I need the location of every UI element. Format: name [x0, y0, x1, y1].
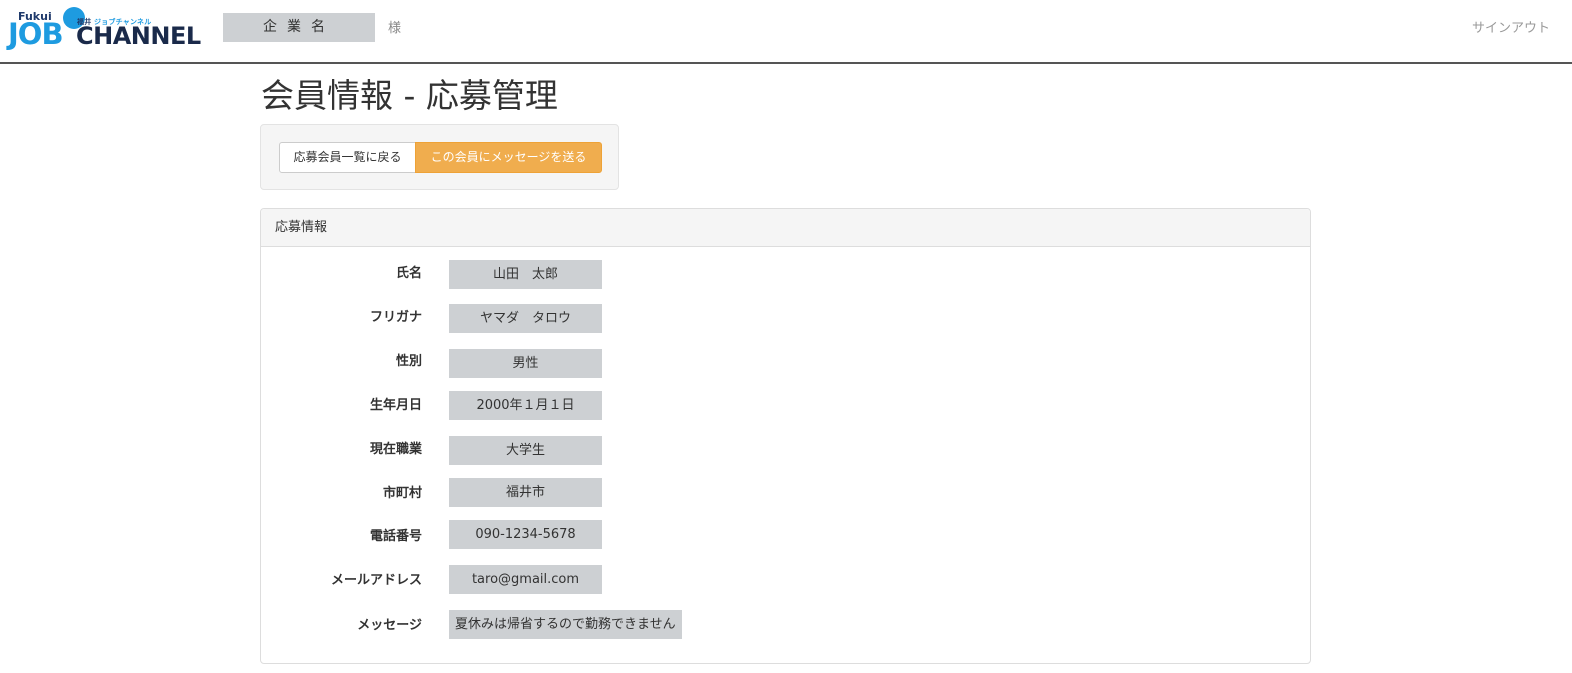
page-title: 会員情報 - 応募管理 — [261, 76, 558, 115]
company-name-box: 企業名 — [223, 13, 375, 42]
application-info-panel: 応募情報 氏名 山田 太郎 フリガナ ヤマダ タロウ 性別 男性 生年月日 20… — [260, 208, 1311, 664]
field-label-message: メッセージ — [357, 618, 422, 633]
field-value-name: 山田 太郎 — [449, 260, 602, 289]
back-to-applicants-button[interactable]: 応募会員一覧に戻る — [279, 142, 416, 173]
field-value-municipality: 福井市 — [449, 478, 602, 507]
field-value-occupation: 大学生 — [449, 436, 602, 465]
send-message-button[interactable]: この会員にメッセージを送る — [415, 142, 602, 173]
field-label-gender: 性別 — [395, 354, 422, 369]
field-value-birthdate: 2000年１月１日 — [449, 391, 602, 420]
field-label-furigana: フリガナ — [369, 310, 422, 325]
field-value-message: 夏休みは帰省するので勤務できません — [449, 610, 682, 639]
panel-heading: 応募情報 — [261, 209, 1310, 247]
field-value-phone: 090-1234-5678 — [449, 520, 602, 549]
field-label-birthdate: 生年月日 — [369, 398, 422, 413]
fukui-job-channel-logo[interactable]: Fukui 福井 ジョブチャンネル JOB CHANNEL — [8, 4, 208, 50]
field-value-furigana: ヤマダ タロウ — [449, 304, 602, 333]
signout-link[interactable]: サインアウト — [1472, 17, 1550, 36]
field-label-email: メールアドレス — [330, 573, 422, 588]
field-label-phone: 電話番号 — [369, 529, 422, 544]
honorific-suffix: 様 — [388, 21, 402, 36]
field-value-gender: 男性 — [449, 349, 602, 378]
action-well: 応募会員一覧に戻る この会員にメッセージを送る — [260, 124, 619, 190]
logo-channel-text: CHANNEL — [76, 22, 201, 50]
field-value-email: taro@gmail.com — [449, 565, 602, 594]
field-label-occupation: 現在職業 — [369, 442, 422, 457]
site-header: Fukui 福井 ジョブチャンネル JOB CHANNEL 企業名 様 サインア… — [0, 0, 1572, 64]
field-label-name: 氏名 — [395, 266, 422, 281]
logo-job-text: JOB — [8, 17, 64, 51]
field-label-municipality: 市町村 — [382, 486, 422, 501]
